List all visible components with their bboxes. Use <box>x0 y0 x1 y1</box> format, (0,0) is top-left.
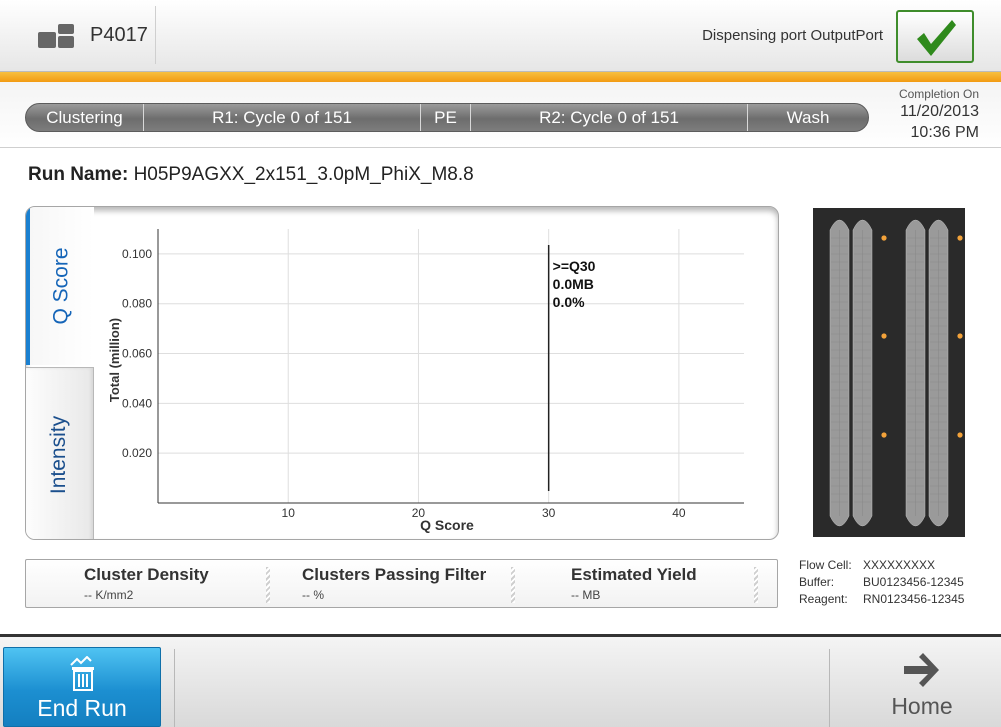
completion-time: 10:36 PM <box>910 124 979 141</box>
buffer-id: BU0123456-12345 <box>863 575 964 589</box>
y-tick-label: 0.040 <box>122 396 152 410</box>
metric-cluster-density: Cluster Density -- K/mm2 <box>84 565 209 602</box>
y-tick-label: 0.020 <box>122 446 152 460</box>
x-tick-label: 10 <box>282 506 296 520</box>
completion-info: Completion On 11/20/2013 10:36 PM <box>899 87 979 142</box>
qscore-chart: 0.0200.0400.0600.0800.10010 20 30 40Q Score… <box>107 229 744 533</box>
end-run-button[interactable]: End Run <box>3 647 161 727</box>
footer: End Run Home <box>0 634 1001 727</box>
flow-cell-row: Flow Cell: XXXXXXXXX <box>799 558 964 575</box>
step-clustering: Clustering <box>26 104 144 131</box>
footer-divider <box>174 649 175 727</box>
reagent-label: Reagent: <box>799 592 848 606</box>
step-read2: R2: Cycle 0 of 151 <box>471 104 748 131</box>
metric-title: Clusters Passing Filter <box>302 565 487 584</box>
flow-cell-port <box>957 235 963 241</box>
flow-cell-port <box>881 235 887 241</box>
buffer-row: Buffer: BU0123456-12345 <box>799 575 964 592</box>
run-name: Run Name: H05P9AGXX_2x151_3.0pM_PhiX_M8.… <box>28 164 474 186</box>
arrow-right-icon <box>904 653 939 687</box>
y-tick-label: 0.080 <box>122 297 152 311</box>
accent-bar <box>0 72 1001 82</box>
status-ok-button[interactable] <box>896 10 974 63</box>
step-wash: Wash <box>786 107 830 127</box>
flow-cell-port <box>957 432 963 438</box>
completion-date: 11/20/2013 <box>900 103 979 120</box>
flow-cell-image <box>813 208 965 537</box>
metric-divider <box>511 567 515 603</box>
run-name-value: H05P9AGXX_2x151_3.0pM_PhiX_M8.8 <box>133 164 474 185</box>
x-tick-label: 40 <box>672 506 686 520</box>
buffer-label: Buffer: <box>799 575 835 589</box>
flow-cell-id: XXXXXXXXX <box>863 558 936 572</box>
home-button[interactable]: Home <box>860 649 984 727</box>
instrument-icon <box>38 24 74 50</box>
chart-panel: Q Score Intensity 0.020 0.040 0.060 0.080 0.… <box>25 206 779 540</box>
footer-divider <box>829 649 830 727</box>
end-run-label: End Run <box>37 695 127 721</box>
completion-label: Completion On <box>898 87 979 101</box>
q30-threshold-label: >=Q30 <box>553 258 596 274</box>
x-tick-label: 30 <box>542 506 556 520</box>
flow-cell-port <box>881 432 887 438</box>
instrument-id: P4017 <box>90 24 148 46</box>
flow-cell-port <box>881 333 887 339</box>
metric-value: -- % <box>302 588 324 602</box>
metrics-bar: Cluster Density -- K/mm2 Clusters Passin… <box>25 559 778 608</box>
q30-percent-value: 0.0% <box>553 294 585 310</box>
step-bar: Clustering R1: Cycle 0 of 151 PE R2: Cyc… <box>25 103 869 132</box>
checkmark-icon <box>917 20 956 56</box>
metric-value: -- MB <box>571 588 601 602</box>
consumables-info: Flow Cell: XXXXXXXXX Buffer: BU0123456-1… <box>799 558 964 609</box>
metric-title: Estimated Yield <box>571 565 697 584</box>
metric-clusters-pf: Clusters Passing Filter -- % <box>302 565 486 602</box>
y-tick-label: 0.060 <box>122 347 152 361</box>
metric-value: -- K/mm2 <box>84 588 134 602</box>
metric-title: Cluster Density <box>84 565 209 584</box>
run-name-label: Run Name: <box>28 164 129 185</box>
flow-cell-port <box>957 333 963 339</box>
run-progress: Clustering R1: Cycle 0 of 151 PE R2: Cyc… <box>0 82 1001 148</box>
q30-yield-value: 0.0MB <box>553 276 594 292</box>
metric-divider <box>266 567 270 603</box>
header-divider <box>155 6 156 64</box>
metric-estimated-yield: Estimated Yield -- MB <box>571 565 697 602</box>
x-axis-title: Q Score <box>420 517 474 533</box>
reagent-row: Reagent: RN0123456-12345 <box>799 592 964 609</box>
header: P4017 Dispensing port OutputPort <box>0 0 1001 72</box>
dispensing-port-label: Dispensing port OutputPort <box>702 27 883 44</box>
home-label: Home <box>891 693 953 719</box>
step-read1: R1: Cycle 0 of 151 <box>144 104 421 131</box>
y-axis-title: Total (million) <box>107 318 122 402</box>
metric-divider <box>754 567 758 603</box>
step-paired-end: PE <box>421 104 471 131</box>
reagent-id: RN0123456-12345 <box>863 592 965 606</box>
flow-cell-label: Flow Cell: <box>799 558 852 572</box>
trash-icon <box>70 656 94 691</box>
y-tick-label: 0.100 <box>122 247 152 261</box>
